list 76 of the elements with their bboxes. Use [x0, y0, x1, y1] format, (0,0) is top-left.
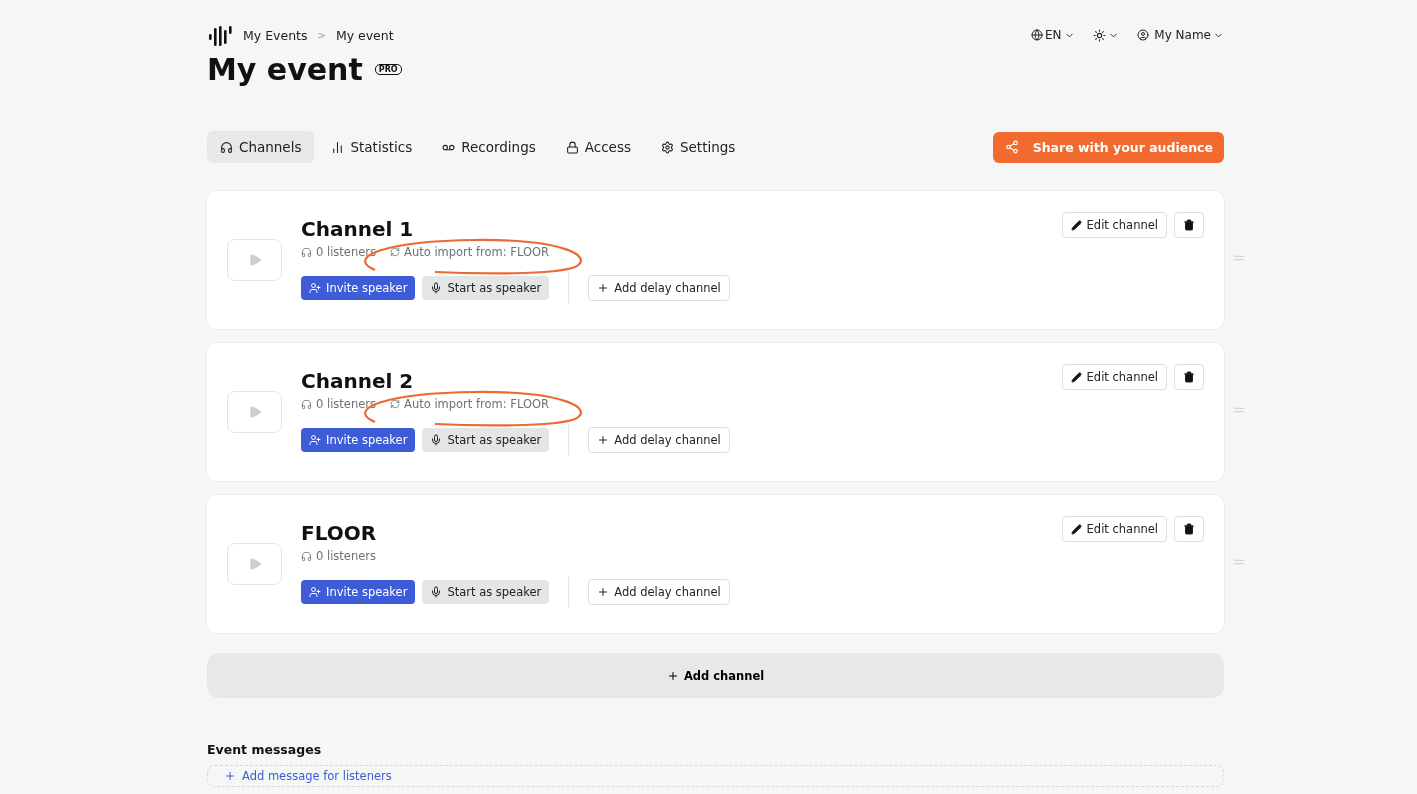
- tab[interactable]: Settings: [647, 131, 749, 163]
- headphones-icon: [301, 550, 312, 562]
- channel-name: Channel 1: [301, 217, 414, 241]
- lock-icon: [565, 140, 579, 154]
- add-delay-button[interactable]: Add delay channel: [588, 275, 730, 301]
- edit-channel-button[interactable]: Edit channel: [1061, 212, 1167, 238]
- microphone-icon: [430, 282, 443, 294]
- pencil-icon: [1070, 371, 1082, 383]
- user-plus-icon: [309, 586, 321, 598]
- tab[interactable]: Channels: [207, 131, 315, 163]
- play-button[interactable]: [227, 543, 282, 585]
- listener-count: 0 listeners: [301, 397, 377, 411]
- play-icon: [247, 557, 262, 571]
- page-title: My event: [207, 52, 363, 87]
- trash-icon: [1183, 371, 1195, 383]
- start-speaker-button[interactable]: Start as speaker: [422, 428, 550, 452]
- play-button[interactable]: [227, 391, 282, 433]
- refresh-icon: [390, 247, 401, 257]
- delete-button[interactable]: [1174, 212, 1204, 238]
- add-delay-button[interactable]: Add delay channel: [588, 579, 730, 605]
- refresh-icon: [390, 399, 401, 409]
- pro-badge: PRO: [374, 64, 402, 75]
- theme-menu[interactable]: [1092, 28, 1119, 42]
- add-channel-button[interactable]: Add channel: [207, 653, 1224, 698]
- plus-icon: [666, 669, 679, 682]
- delete-button[interactable]: [1174, 516, 1204, 542]
- play-button[interactable]: [227, 239, 282, 281]
- play-icon: [247, 253, 262, 267]
- plus-icon: [597, 434, 610, 446]
- invite-speaker-button[interactable]: Invite speaker: [301, 276, 416, 300]
- user-plus-icon: [309, 434, 321, 446]
- section-heading: Event messages: [207, 742, 323, 757]
- pencil-icon: [1070, 219, 1082, 231]
- pencil-icon: [1070, 523, 1082, 535]
- start-speaker-button[interactable]: Start as speaker: [422, 580, 550, 604]
- headphones-icon: [301, 398, 312, 410]
- delete-button[interactable]: [1174, 364, 1204, 390]
- plus-icon: [597, 282, 610, 294]
- trash-icon: [1183, 219, 1195, 231]
- tab[interactable]: Statistics: [318, 131, 426, 163]
- headphones-icon: [220, 140, 233, 154]
- plus-icon: [224, 770, 236, 782]
- invite-speaker-button[interactable]: Invite speaker: [301, 580, 416, 604]
- user-menu[interactable]: My Name: [1136, 28, 1224, 42]
- add-message-button[interactable]: Add message for listeners: [207, 765, 1224, 787]
- bar-chart-icon: [331, 140, 345, 154]
- listener-count: 0 listeners: [301, 549, 377, 563]
- listener-count: 0 listeners: [301, 245, 377, 259]
- invite-speaker-button[interactable]: Invite speaker: [301, 428, 416, 452]
- add-delay-button[interactable]: Add delay channel: [588, 427, 730, 453]
- start-speaker-button[interactable]: Start as speaker: [422, 276, 550, 300]
- breadcrumb-link[interactable]: My Events: [243, 27, 308, 43]
- share-icon: [1004, 140, 1019, 154]
- auto-import-label: Auto import from: FLOOR: [390, 397, 549, 411]
- logo-icon: [207, 24, 233, 46]
- user-plus-icon: [309, 282, 321, 294]
- tab[interactable]: Recordings: [429, 131, 549, 163]
- plus-icon: [597, 586, 610, 598]
- language-menu[interactable]: EN: [1030, 28, 1075, 42]
- edit-channel-button[interactable]: Edit channel: [1061, 364, 1167, 390]
- globe-icon: [1030, 29, 1043, 41]
- tab[interactable]: Access: [552, 131, 644, 163]
- trash-icon: [1183, 523, 1195, 535]
- gear-icon: [660, 140, 674, 154]
- channel-name: FLOOR: [301, 521, 377, 545]
- edit-channel-button[interactable]: Edit channel: [1061, 516, 1167, 542]
- sun-icon: [1092, 28, 1106, 42]
- breadcrumb-separator: >: [317, 29, 326, 41]
- headphones-icon: [301, 246, 312, 258]
- microphone-icon: [430, 434, 443, 446]
- auto-import-label: Auto import from: FLOOR: [390, 245, 549, 259]
- channel-name: Channel 2: [301, 369, 414, 393]
- play-icon: [247, 405, 262, 419]
- microphone-icon: [430, 586, 443, 598]
- user-circle-icon: [1136, 29, 1149, 41]
- breadcrumb-link[interactable]: My event: [335, 27, 394, 43]
